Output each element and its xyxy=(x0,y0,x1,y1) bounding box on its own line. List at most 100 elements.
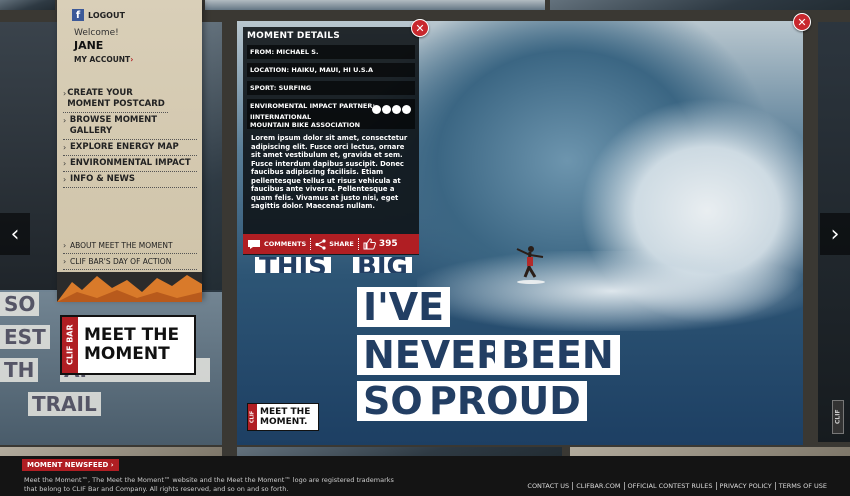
mountain-illustration xyxy=(57,272,202,302)
background-tile xyxy=(0,0,55,10)
meet-the-moment-logo[interactable]: CLIF BAR MEET THE MOMENT xyxy=(60,315,196,375)
sidebar: f LOGOUT Welcome! JANE MY ACCOUNT› › CRE… xyxy=(57,0,202,300)
chevron-right-icon: › xyxy=(63,241,67,250)
wave-foam xyxy=(417,251,803,331)
details-partner: ENVIROMENTAL IMPACT PARTNER: IINTERNATIO… xyxy=(247,99,415,129)
background-word: TRAIL xyxy=(28,392,101,416)
background-tile xyxy=(202,22,222,292)
partner-name-line-2: MOUNTAIN BIKE ASSOCIATION xyxy=(250,121,361,129)
close-moment-button[interactable]: ✕ xyxy=(793,13,811,31)
phrase-word: PROUD xyxy=(423,381,587,421)
moment-action-bar: COMMENTS SHARE 395 xyxy=(243,234,419,254)
previous-arrow-icon[interactable]: ‹ xyxy=(0,213,30,255)
share-icon xyxy=(315,238,326,250)
background-tile xyxy=(550,0,850,10)
logo-dot xyxy=(372,105,381,114)
main-menu: › CREATE YOUR MOMENT POSTCARD › BROWSE M… xyxy=(63,86,197,188)
details-description: Lorem ipsum dolor sit amet, consectetur … xyxy=(251,134,408,210)
my-account-link[interactable]: MY ACCOUNT› xyxy=(74,55,133,64)
moment-newsfeed-tab[interactable]: MOMENT NEWSFEED › xyxy=(22,459,119,471)
mini-logo-text: MEET THE MOMENT. xyxy=(257,407,310,427)
partner-name-line-1: IINTERNATIONAL xyxy=(250,113,312,121)
username: JANE xyxy=(74,39,104,52)
logout-label: LOGOUT xyxy=(88,10,125,20)
menu-item-environmental-impact[interactable]: › ENVIRONMENTAL IMPACT xyxy=(63,156,197,172)
like-button[interactable]: 395 xyxy=(359,234,402,254)
details-location: LOCATION: HAIKU, MAUI, HI U.S.A xyxy=(247,63,415,77)
menu-item-create-postcard[interactable]: › CREATE YOUR MOMENT POSTCARD xyxy=(63,86,168,113)
logo-dot xyxy=(402,105,411,114)
welcome-text: Welcome! xyxy=(74,28,119,38)
thumbs-up-icon xyxy=(363,238,376,250)
share-button[interactable]: SHARE xyxy=(311,234,358,254)
logo-dot xyxy=(382,105,391,114)
logout-button[interactable]: f LOGOUT xyxy=(72,9,125,21)
imba-logo-icon[interactable] xyxy=(372,105,411,114)
menu-item-label: EXPLORE ENERGY MAP xyxy=(70,142,179,152)
menu-item-day-of-action[interactable]: › CLIF BAR'S DAY OF ACTION xyxy=(63,254,197,270)
phrase-word: BEEN xyxy=(495,335,620,375)
menu-item-label: BROWSE MOMENT GALLERY xyxy=(69,115,158,136)
chevron-right-icon: › xyxy=(110,461,114,469)
details-from: FROM: MICHAEL S. xyxy=(247,45,415,59)
chevron-right-icon: › xyxy=(63,143,67,152)
chevron-right-icon: › xyxy=(63,175,67,184)
background-word: EST xyxy=(0,325,50,349)
mini-logo-line-2: MOMENT. xyxy=(260,417,308,427)
menu-item-about[interactable]: › ABOUT MEET THE MOMENT xyxy=(63,238,197,254)
newsfeed-label: MOMENT NEWSFEED xyxy=(27,461,109,469)
moment-details-panel: MOMENT DETAILS FROM: MICHAEL S. LOCATION… xyxy=(243,27,419,255)
background-tile xyxy=(205,0,545,10)
comments-button[interactable]: COMMENTS xyxy=(243,234,310,254)
secondary-menu: › ABOUT MEET THE MOMENT › CLIF BAR'S DAY… xyxy=(63,238,197,270)
menu-item-label: ENVIRONMENTAL IMPACT xyxy=(70,158,191,168)
like-count: 395 xyxy=(378,239,398,249)
menu-item-label: CREATE YOUR MOMENT POSTCARD xyxy=(67,88,165,109)
close-details-button[interactable]: ✕ xyxy=(411,19,429,37)
meet-the-moment-mini-logo: CLIF MEET THE MOMENT. xyxy=(247,403,319,431)
footer-links: CONTACT US CLIFBAR.COM OFFICIAL CONTEST … xyxy=(524,482,830,490)
footer-link-contest-rules[interactable]: OFFICIAL CONTEST RULES xyxy=(623,482,716,490)
surfer-figure xyxy=(516,246,545,284)
phrase-word: I'VE xyxy=(357,287,451,327)
comments-label: COMMENTS xyxy=(264,240,307,248)
share-label: SHARE xyxy=(329,240,354,248)
background-tile xyxy=(0,447,222,456)
menu-item-browse-gallery[interactable]: › BROWSE MOMENT GALLERY xyxy=(63,113,197,140)
brand-title: MEET THE MOMENT xyxy=(78,326,179,364)
footer-link-privacy[interactable]: PRIVACY POLICY xyxy=(715,482,775,490)
facebook-icon: f xyxy=(72,9,84,21)
comment-icon xyxy=(248,239,260,249)
details-sport: SPORT: SURFING xyxy=(247,81,415,95)
chevron-right-icon: › xyxy=(63,159,67,168)
menu-item-info-news[interactable]: › INFO & NEWS xyxy=(63,172,197,188)
footer-link-clifbar[interactable]: CLIFBAR.COM xyxy=(572,482,623,490)
mini-logo-line-1: MEET THE xyxy=(260,407,311,417)
menu-item-label: ABOUT MEET THE MOMENT xyxy=(70,241,173,250)
phrase-word-ghost: BIG xyxy=(353,257,412,273)
brand-line-2: MOMENT xyxy=(84,344,170,364)
my-account-label: MY ACCOUNT xyxy=(74,55,131,64)
logo-dot xyxy=(392,105,401,114)
background-word: TH xyxy=(0,358,39,382)
chevron-right-icon: › xyxy=(63,116,67,125)
brand-line-1: MEET THE xyxy=(84,325,180,345)
background-tile xyxy=(237,447,562,456)
clif-bar-logo: CLIF BAR xyxy=(62,317,78,373)
phrase-word: SO xyxy=(357,381,429,421)
next-arrow-icon[interactable]: › xyxy=(820,213,850,255)
menu-item-label: CLIF BAR'S DAY OF ACTION xyxy=(70,257,172,266)
chevron-right-icon: › xyxy=(63,257,67,266)
details-title: MOMENT DETAILS xyxy=(247,31,340,41)
menu-item-label: INFO & NEWS xyxy=(70,174,136,184)
background-word: SO xyxy=(0,292,40,316)
phrase-word: NEVER xyxy=(357,335,512,375)
background-tile xyxy=(570,447,850,456)
legal-text: Meet the Moment™, The Meet the Moment™ w… xyxy=(24,476,394,493)
chevron-right-icon: › xyxy=(130,55,134,64)
clif-mini-logo: CLIF xyxy=(248,404,257,430)
footer-link-contact[interactable]: CONTACT US xyxy=(524,482,572,490)
phrase-word-ghost: THIS xyxy=(255,257,331,273)
menu-item-energy-map[interactable]: › EXPLORE ENERGY MAP xyxy=(63,140,197,156)
footer-link-terms[interactable]: TERMS OF USE xyxy=(774,482,830,490)
